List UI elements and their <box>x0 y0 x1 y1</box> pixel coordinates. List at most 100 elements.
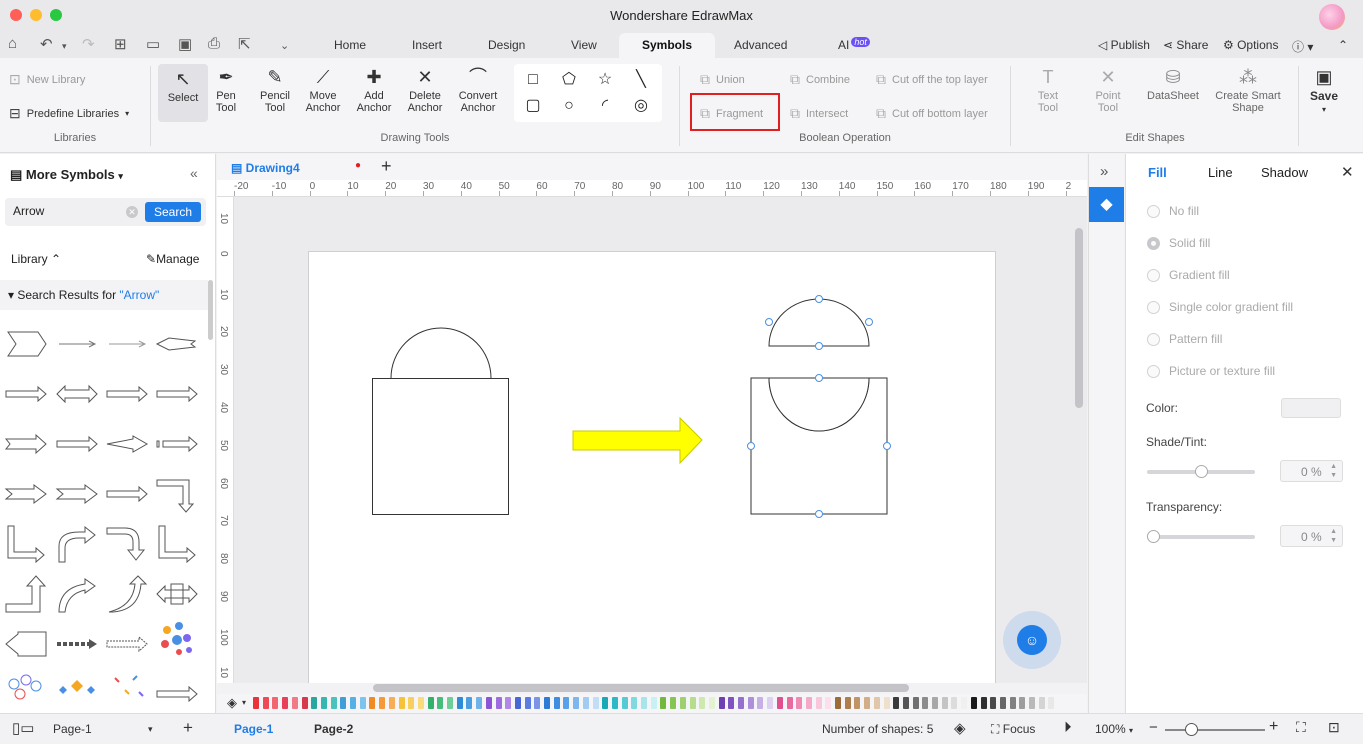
manage-button[interactable]: ✎Manage <box>146 252 199 266</box>
delete-anchor-tool[interactable]: ✕ Delete Anchor <box>400 64 450 114</box>
color-swatch[interactable] <box>1058 697 1065 709</box>
right-arrow-symbol[interactable] <box>4 374 48 414</box>
publish-button[interactable]: ◁ Publish <box>1098 38 1150 52</box>
right-arrow-symbol[interactable] <box>105 474 149 514</box>
open-folder-icon[interactable]: ▭ <box>146 35 160 53</box>
color-swatch[interactable] <box>786 697 793 709</box>
color-swatch[interactable] <box>524 697 531 709</box>
color-swatch[interactable] <box>544 697 550 709</box>
curved-up-arrow-symbol[interactable] <box>55 574 99 614</box>
pentagon-shape-icon[interactable]: ⬠ <box>560 71 578 89</box>
color-swatch[interactable] <box>922 697 929 709</box>
cut-bottom-layer-button[interactable]: ⧉ Cut off bottom layer <box>876 105 988 122</box>
pencil-tool[interactable]: ✎ Pencil Tool <box>250 64 300 114</box>
chevron-down-icon[interactable]: ▾ <box>242 698 246 707</box>
fragment-semicircle-shape[interactable] <box>768 298 870 347</box>
tab-advanced[interactable]: Advanced <box>734 38 787 52</box>
color-swatch[interactable] <box>553 697 560 709</box>
color-swatch[interactable] <box>330 697 337 709</box>
color-swatch[interactable] <box>262 697 269 709</box>
color-swatch[interactable] <box>941 697 948 709</box>
point-tool[interactable]: ✕ Point Tool <box>1083 64 1133 114</box>
zoom-slider-handle[interactable] <box>1185 723 1198 736</box>
color-swatch[interactable] <box>980 697 987 709</box>
color-swatch[interactable] <box>476 697 483 709</box>
transparency-input[interactable]: 0 % ▲ ▼ <box>1280 525 1343 547</box>
search-results-header[interactable]: ▾ Search Results for "Arrow" <box>0 280 208 310</box>
collapse-ribbon-icon[interactable]: ⌃ <box>1338 38 1348 52</box>
gradient-fill-option[interactable]: Gradient fill <box>1147 268 1230 282</box>
more-icon[interactable]: ⌄ <box>280 39 289 52</box>
color-swatch[interactable] <box>699 697 706 709</box>
color-swatch[interactable] <box>961 697 968 709</box>
solid-fill-option[interactable]: Solid fill <box>1147 236 1210 250</box>
layers-icon[interactable]: ◈ <box>954 719 966 737</box>
tab-line[interactable]: Line <box>1208 165 1233 180</box>
fullscreen-icon[interactable]: ⊡ <box>1328 719 1340 736</box>
color-swatch[interactable] <box>660 697 667 709</box>
spiral-shape-icon[interactable]: ◎ <box>632 97 650 115</box>
clear-search-icon[interactable]: ✕ <box>126 206 138 218</box>
chevron-down-icon[interactable]: ▾ <box>148 724 153 735</box>
color-swatch[interactable] <box>970 697 977 709</box>
color-swatch[interactable] <box>631 697 638 709</box>
color-swatch[interactable] <box>301 697 308 709</box>
tab-symbols[interactable]: Symbols <box>619 33 716 58</box>
combine-button[interactable]: ⧉ Combine <box>790 71 850 88</box>
zoom-in-icon[interactable]: + <box>1269 718 1278 736</box>
line-shape-icon[interactable]: ╲ <box>632 71 650 89</box>
stepper-icon[interactable]: ▲ ▼ <box>1330 462 1337 480</box>
collapse-panel-icon[interactable]: « <box>190 165 198 181</box>
color-swatch[interactable] <box>999 697 1006 709</box>
help-icon[interactable]: ⓘ ▾ <box>1292 38 1313 55</box>
color-swatch[interactable] <box>932 697 938 709</box>
color-swatch[interactable] <box>883 697 890 709</box>
close-icon[interactable]: ✕ <box>1341 163 1354 181</box>
horizontal-scrollbar[interactable] <box>373 684 909 692</box>
convert-anchor-tool[interactable]: ⌒ Convert Anchor <box>453 64 503 114</box>
new-tab-icon[interactable]: + <box>381 156 392 177</box>
colorful-dots-symbol[interactable] <box>155 618 199 658</box>
star-shape-icon[interactable]: ☆ <box>596 71 614 89</box>
slider-handle[interactable] <box>1194 465 1208 478</box>
color-swatch[interactable] <box>466 697 473 709</box>
add-anchor-tool[interactable]: ✚ Add Anchor <box>349 64 399 114</box>
color-swatch[interactable] <box>437 697 444 709</box>
tapered-arrow-symbol[interactable] <box>105 424 149 464</box>
color-swatch[interactable] <box>728 697 735 709</box>
color-swatch[interactable] <box>893 697 900 709</box>
expand-panel-icon[interactable]: » <box>1100 163 1108 180</box>
fit-page-icon[interactable]: ⛶ <box>1296 719 1306 736</box>
shade-tint-input[interactable]: 0 % ▲ ▼ <box>1280 460 1343 482</box>
bent-down-arrow-symbol[interactable] <box>155 474 199 514</box>
document-tab-drawing4[interactable]: ▤ Drawing4 <box>231 161 300 175</box>
color-swatch[interactable] <box>505 697 512 709</box>
color-swatch[interactable] <box>350 697 356 709</box>
rounded-rectangle-shape-icon[interactable]: ▢ <box>524 97 542 115</box>
color-swatch[interactable] <box>456 697 463 709</box>
home-icon[interactable]: ⌂ <box>8 35 17 52</box>
curved-up-arrow-symbol[interactable] <box>105 574 149 614</box>
color-swatch[interactable] <box>1029 697 1035 709</box>
search-input[interactable] <box>13 204 123 218</box>
move-anchor-tool[interactable]: ⟋ Move Anchor <box>298 64 348 114</box>
line-arrow-symbol[interactable] <box>55 324 99 364</box>
color-swatch[interactable] <box>379 697 386 709</box>
color-swatch[interactable] <box>369 697 376 709</box>
new-page-icon[interactable]: ⊞ <box>114 35 127 53</box>
zoom-select[interactable]: 100% ▾ <box>1095 722 1133 736</box>
arc-shape-icon[interactable]: ◜ <box>596 97 614 115</box>
color-swatch[interactable] <box>1019 697 1026 709</box>
color-swatch[interactable] <box>805 697 812 709</box>
color-swatch[interactable] <box>582 697 589 709</box>
ai-assistant-button[interactable]: ☺ <box>1003 611 1061 669</box>
stepper-icon[interactable]: ▲ ▼ <box>1330 527 1337 545</box>
diamond-cluster-symbol[interactable] <box>55 670 99 710</box>
color-swatch[interactable] <box>602 697 609 709</box>
add-page-icon[interactable]: + <box>183 718 193 738</box>
color-swatch[interactable] <box>757 697 764 709</box>
curved-down-arrow-symbol[interactable] <box>105 524 149 564</box>
options-button[interactable]: ⚙ Options <box>1223 38 1278 52</box>
page-tab-1[interactable]: Page-1 <box>234 722 273 736</box>
color-swatch[interactable] <box>738 697 744 709</box>
